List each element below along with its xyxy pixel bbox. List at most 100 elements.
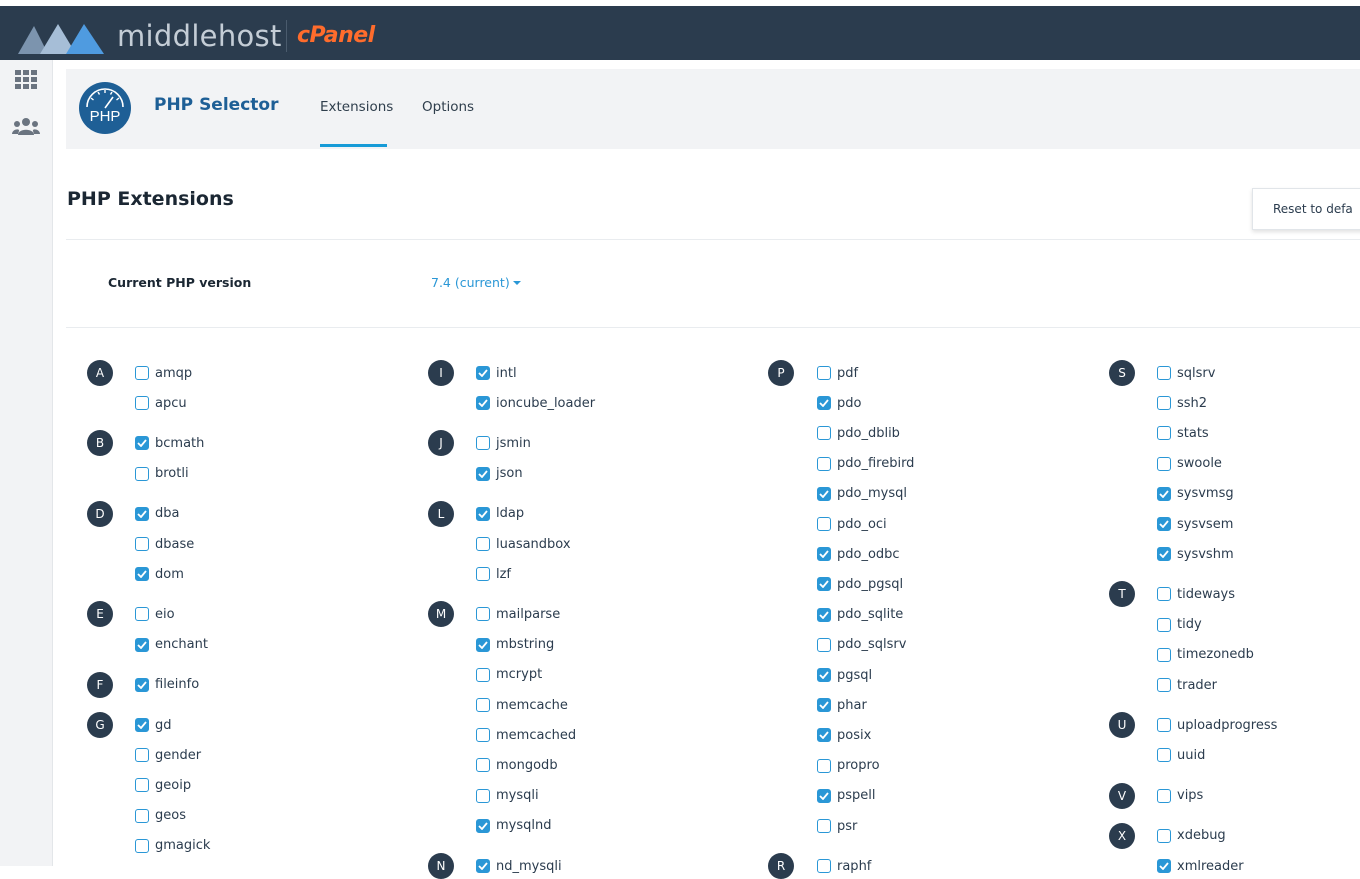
extension-checkbox[interactable] — [476, 466, 490, 481]
extension-trader[interactable]: trader — [1157, 676, 1217, 694]
extension-checkbox[interactable] — [1157, 748, 1171, 763]
extension-ldap[interactable]: ldap — [476, 505, 524, 523]
extension-gd[interactable]: gd — [135, 716, 172, 734]
extension-checkbox[interactable] — [817, 547, 831, 562]
extension-checkbox[interactable] — [1157, 587, 1171, 602]
extension-checkbox[interactable] — [817, 607, 831, 622]
extension-checkbox[interactable] — [817, 486, 831, 501]
extension-pdo-dblib[interactable]: pdo_dblib — [817, 424, 900, 442]
extension-intl[interactable]: intl — [476, 364, 517, 382]
extension-pdo-oci[interactable]: pdo_oci — [817, 515, 887, 533]
extension-checkbox[interactable] — [1157, 718, 1171, 733]
extension-checkbox[interactable] — [817, 859, 831, 874]
extension-checkbox[interactable] — [817, 396, 831, 411]
extension-mbstring[interactable]: mbstring — [476, 636, 554, 654]
extension-jsmin[interactable]: jsmin — [476, 434, 531, 452]
extension-memcache[interactable]: memcache — [476, 696, 568, 714]
extension-pdo-sqlsrv[interactable]: pdo_sqlsrv — [817, 636, 906, 654]
extension-mysqlnd[interactable]: mysqlnd — [476, 817, 552, 835]
extension-checkbox[interactable] — [1157, 517, 1171, 531]
extension-checkbox[interactable] — [476, 859, 490, 873]
extension-enchant[interactable]: enchant — [135, 636, 208, 654]
extension-luasandbox[interactable]: luasandbox — [476, 535, 571, 553]
extension-mailparse[interactable]: mailparse — [476, 605, 560, 623]
extension-phar[interactable]: phar — [817, 696, 867, 714]
extension-checkbox[interactable] — [1157, 617, 1171, 632]
extension-checkbox[interactable] — [476, 698, 490, 712]
extension-checkbox[interactable] — [1157, 547, 1171, 562]
extension-checkbox[interactable] — [135, 366, 149, 380]
extension-sysvshm[interactable]: sysvshm — [1157, 545, 1234, 563]
extension-checkbox[interactable] — [1157, 788, 1171, 803]
extension-checkbox[interactable] — [476, 758, 490, 773]
extension-checkbox[interactable] — [817, 456, 831, 471]
tab-extensions[interactable]: Extensions — [320, 99, 393, 115]
extension-checkbox[interactable] — [476, 667, 490, 682]
extension-xdebug[interactable]: xdebug — [1157, 827, 1226, 845]
extension-pdo-pgsql[interactable]: pdo_pgsql — [817, 575, 903, 593]
extension-brotli[interactable]: brotli — [135, 465, 189, 483]
extension-pspell[interactable]: pspell — [817, 787, 876, 805]
extension-raphf[interactable]: raphf — [817, 857, 871, 875]
extension-checkbox[interactable] — [817, 758, 831, 773]
extension-checkbox[interactable] — [817, 366, 831, 380]
extension-dom[interactable]: dom — [135, 565, 184, 583]
extension-gmagick[interactable]: gmagick — [135, 837, 210, 855]
extension-tidy[interactable]: tidy — [1157, 616, 1202, 634]
extension-pdo[interactable]: pdo — [817, 394, 861, 412]
extension-pdo-sqlite[interactable]: pdo_sqlite — [817, 606, 903, 624]
extension-lzf[interactable]: lzf — [476, 565, 511, 583]
extension-checkbox[interactable] — [135, 637, 149, 652]
extension-checkbox[interactable] — [135, 778, 149, 793]
extension-checkbox[interactable] — [1157, 366, 1171, 380]
php-version-dropdown[interactable]: 7.4 (current) — [431, 275, 521, 290]
extension-eio[interactable]: eio — [135, 605, 175, 623]
extension-posix[interactable]: posix — [817, 726, 871, 744]
extension-pdo-mysql[interactable]: pdo_mysql — [817, 485, 907, 503]
extension-timezonedb[interactable]: timezonedb — [1157, 646, 1254, 664]
extension-sqlsrv[interactable]: sqlsrv — [1157, 364, 1215, 382]
extension-tideways[interactable]: tideways — [1157, 585, 1235, 603]
extension-checkbox[interactable] — [817, 698, 831, 713]
extension-checkbox[interactable] — [817, 517, 831, 531]
extension-sysvsem[interactable]: sysvsem — [1157, 515, 1233, 533]
extension-checkbox[interactable] — [135, 396, 149, 411]
extension-pdo-firebird[interactable]: pdo_firebird — [817, 455, 914, 473]
extension-checkbox[interactable] — [1157, 647, 1171, 662]
extension-checkbox[interactable] — [476, 506, 490, 521]
extension-mysqli[interactable]: mysqli — [476, 787, 539, 805]
extension-checkbox[interactable] — [476, 396, 490, 411]
middlehost-logo-icon[interactable] — [18, 20, 104, 56]
extension-checkbox[interactable] — [476, 436, 490, 451]
extension-dbase[interactable]: dbase — [135, 535, 194, 553]
extension-uploadprogress[interactable]: uploadprogress — [1157, 716, 1277, 734]
extension-checkbox[interactable] — [817, 426, 831, 441]
extension-mcrypt[interactable]: mcrypt — [476, 666, 542, 684]
brand-name[interactable]: middlehost — [117, 19, 282, 53]
extension-ssh2[interactable]: ssh2 — [1157, 394, 1207, 412]
apps-grid-icon[interactable] — [14, 68, 38, 92]
extension-xmlreader[interactable]: xmlreader — [1157, 857, 1244, 875]
extension-checkbox[interactable] — [135, 838, 149, 853]
extension-checkbox[interactable] — [135, 718, 149, 732]
extension-checkbox[interactable] — [476, 637, 490, 652]
extension-propro[interactable]: propro — [817, 757, 880, 775]
extension-checkbox[interactable] — [476, 728, 490, 743]
extension-dba[interactable]: dba — [135, 505, 179, 523]
users-icon[interactable] — [12, 115, 40, 139]
extension-geos[interactable]: geos — [135, 807, 186, 825]
extension-checkbox[interactable] — [817, 637, 831, 652]
extension-checkbox[interactable] — [476, 567, 490, 582]
extension-checkbox[interactable] — [817, 788, 831, 803]
extension-vips[interactable]: vips — [1157, 787, 1203, 805]
extension-checkbox[interactable] — [135, 537, 149, 551]
extension-psr[interactable]: psr — [817, 817, 857, 835]
extension-ioncube-loader[interactable]: ioncube_loader — [476, 394, 595, 412]
extension-apcu[interactable]: apcu — [135, 394, 187, 412]
reset-to-default-button[interactable]: Reset to defa — [1252, 188, 1360, 230]
extension-checkbox[interactable] — [135, 466, 149, 481]
extension-amqp[interactable]: amqp — [135, 364, 192, 382]
extension-checkbox[interactable] — [135, 436, 149, 451]
extension-checkbox[interactable] — [1157, 859, 1171, 873]
extension-pdf[interactable]: pdf — [817, 364, 858, 382]
